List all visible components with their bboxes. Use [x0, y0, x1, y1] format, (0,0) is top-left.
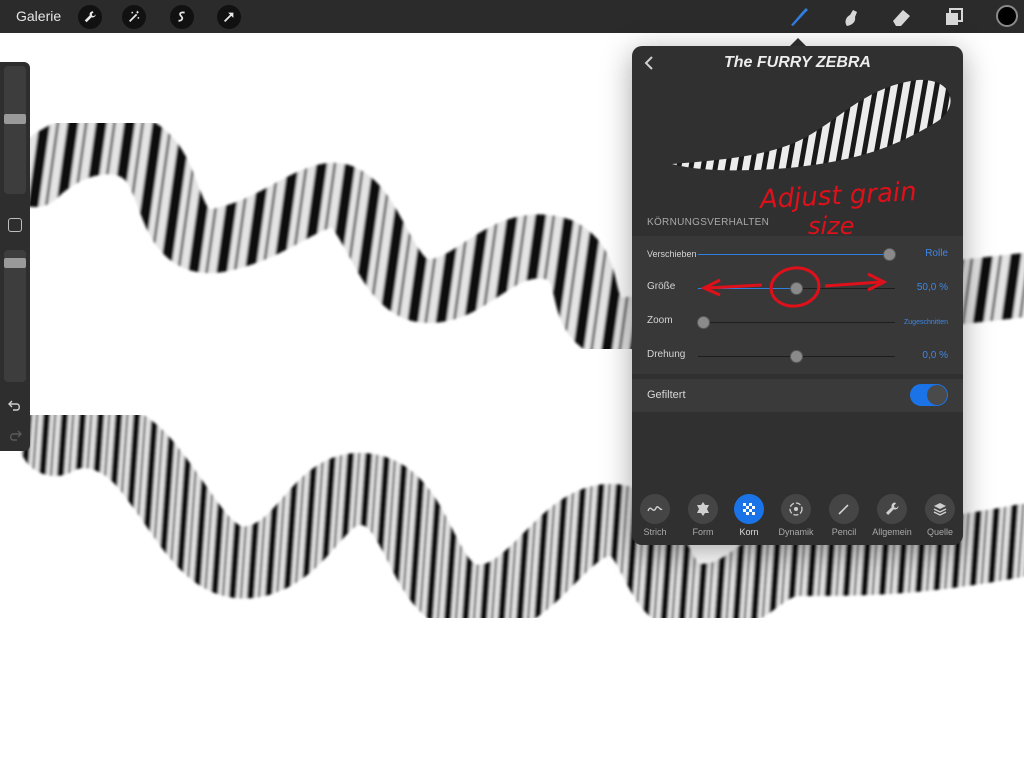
- pencil-icon: [829, 494, 859, 524]
- tab-pencil[interactable]: Pencil: [821, 492, 867, 542]
- slider-knob[interactable]: [790, 350, 803, 363]
- wrench-icon[interactable]: [78, 5, 102, 29]
- filter-label: Gefiltert: [647, 389, 686, 401]
- top-toolbar: Galerie: [0, 0, 1024, 33]
- filter-toggle[interactable]: [910, 384, 948, 406]
- selection-icon[interactable]: [170, 5, 194, 29]
- brush-settings-tabs: Strich Form Korn Dynamik Pencil Allgemei…: [632, 492, 963, 542]
- grain-icon: [734, 494, 764, 524]
- tab-form[interactable]: Form: [680, 492, 726, 542]
- smudge-icon[interactable]: [837, 4, 863, 30]
- left-arrow-icon: [707, 283, 763, 290]
- setting-label: Zoom: [647, 315, 673, 326]
- eraser-icon[interactable]: [888, 4, 914, 30]
- redo-icon[interactable]: [6, 426, 24, 444]
- brush-title: The FURRY ZEBRA: [724, 54, 871, 71]
- source-layers-icon: [925, 494, 955, 524]
- right-arrow-icon: [824, 280, 881, 288]
- brush-icon[interactable]: [785, 4, 811, 30]
- tab-label: Allgemein: [872, 527, 912, 537]
- wrench-icon: [877, 494, 907, 524]
- annotation-line2: size: [808, 212, 855, 240]
- tab-label: Korn: [739, 527, 759, 537]
- tab-strich[interactable]: Strich: [632, 492, 678, 542]
- tab-korn[interactable]: Korn: [726, 492, 772, 542]
- filter-row: Gefiltert: [632, 379, 963, 412]
- modify-button[interactable]: [8, 218, 22, 232]
- tab-label: Pencil: [831, 527, 857, 537]
- left-sidebar: [0, 62, 30, 451]
- undo-icon[interactable]: [6, 396, 24, 414]
- gallery-button[interactable]: Galerie: [16, 8, 61, 24]
- magic-wand-icon[interactable]: [122, 5, 146, 29]
- dynamics-icon: [781, 494, 811, 524]
- layers-icon[interactable]: [941, 4, 967, 30]
- tab-label: Form: [692, 527, 714, 537]
- transform-arrow-icon[interactable]: [217, 5, 241, 29]
- brush-size-slider[interactable]: [4, 66, 26, 194]
- annotation-line1: Adjust grain: [757, 177, 917, 215]
- stroke-path-icon: [640, 494, 670, 524]
- setting-row-drehung: Drehung 0,0 %: [632, 341, 963, 371]
- toggle-knob: [927, 385, 947, 405]
- opacity-thumb[interactable]: [4, 258, 26, 268]
- tab-label: Strich: [643, 527, 667, 537]
- setting-label: Größe: [647, 281, 676, 292]
- brush-size-thumb[interactable]: [4, 114, 26, 124]
- tab-allgemein[interactable]: Allgemein: [869, 492, 915, 542]
- setting-label: Drehung: [647, 349, 686, 360]
- setting-slider[interactable]: [698, 322, 895, 323]
- tab-label: Quelle: [926, 527, 953, 537]
- brush-stroke-preview: [672, 79, 951, 171]
- tab-dynamik[interactable]: Dynamik: [773, 492, 819, 542]
- tab-label: Dynamik: [778, 527, 814, 537]
- color-picker-button[interactable]: [996, 5, 1018, 27]
- setting-value[interactable]: 0,0 %: [922, 350, 948, 361]
- setting-value[interactable]: Zugeschnitten: [904, 319, 948, 326]
- annotation-circle: [769, 266, 821, 308]
- tab-quelle[interactable]: Quelle: [917, 492, 963, 542]
- shape-icon: [688, 494, 718, 524]
- handwritten-annotation: Adjust grain size: [700, 177, 917, 308]
- opacity-slider[interactable]: [4, 250, 26, 382]
